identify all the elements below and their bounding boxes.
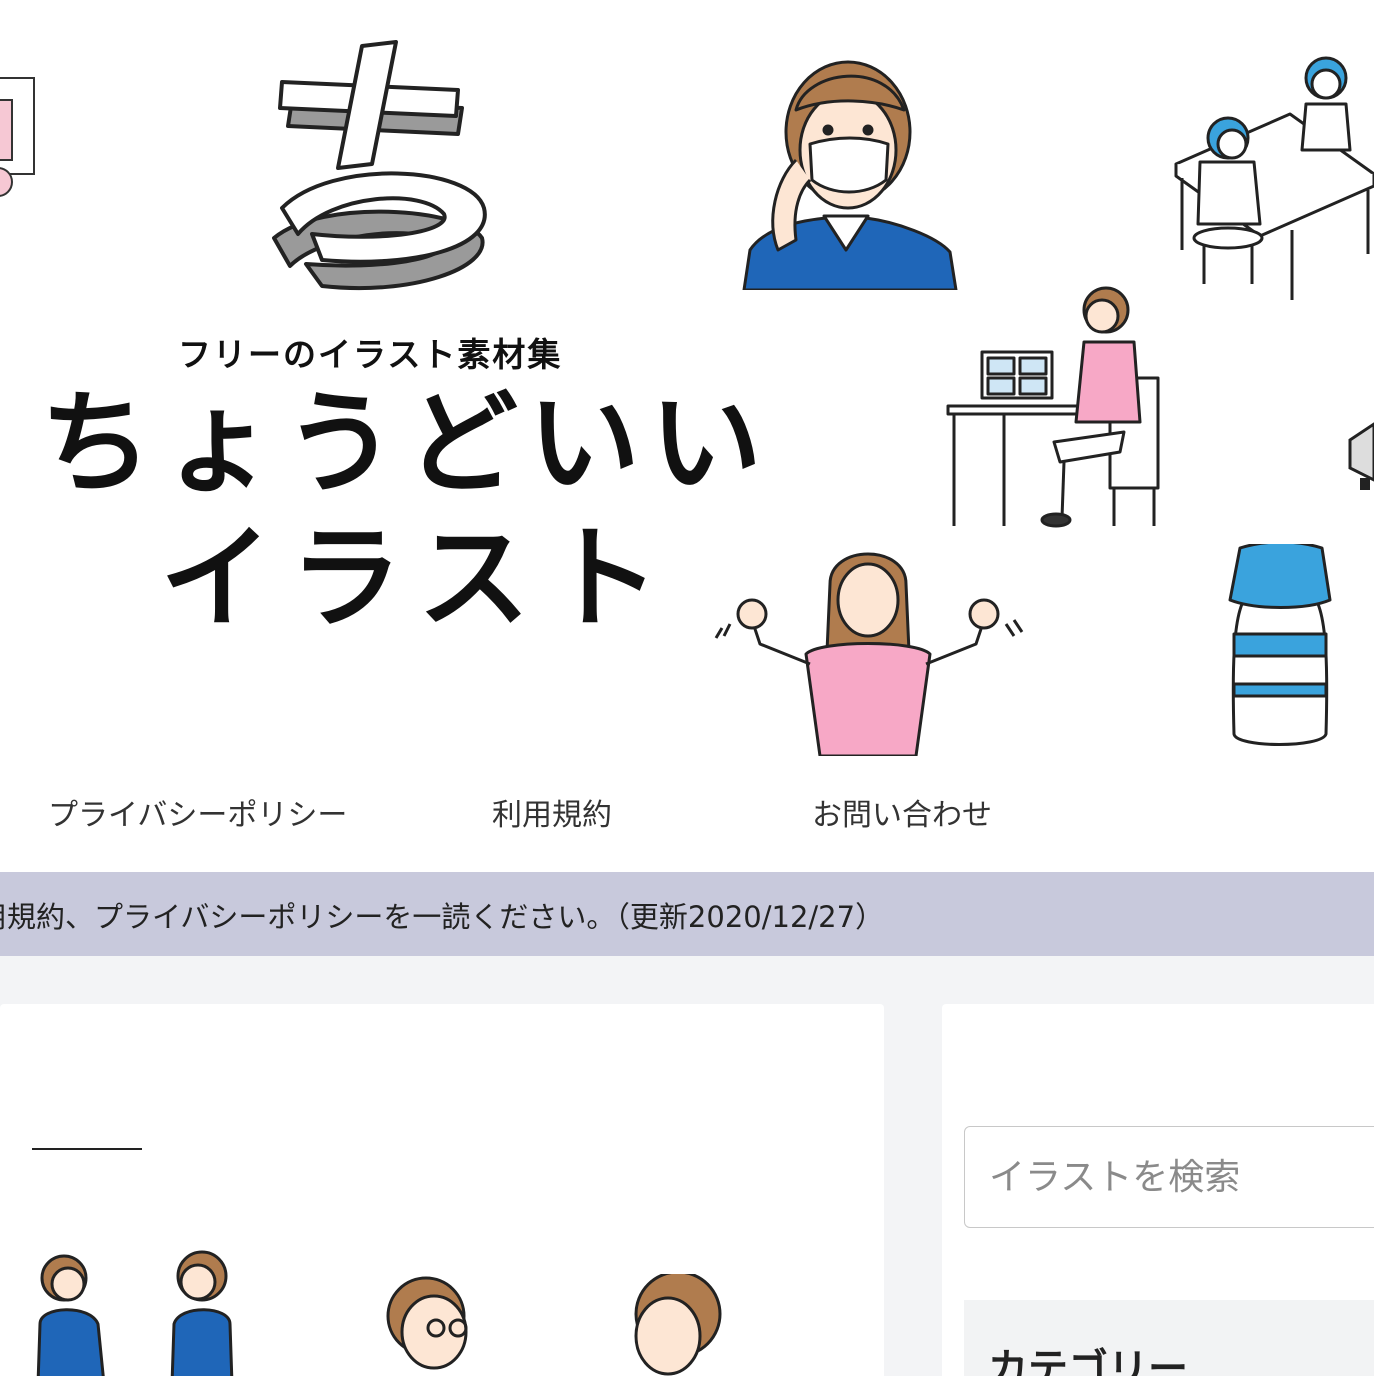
man-glasses-illustration (386, 1276, 468, 1370)
notice-bar: 用規約、プライバシーポリシーを一読ください。（更新2020/12/27） (0, 872, 1374, 956)
nav-item-terms[interactable]: 利用規約 (492, 790, 612, 834)
site-title-line1: ちょうどいい (40, 379, 772, 509)
chi-3d-logo-icon (272, 40, 487, 291)
site-tagline: フリーのイラスト素材集 (178, 335, 563, 374)
main-card (0, 1004, 884, 1376)
handshake-illustration (36, 1250, 234, 1376)
site-logo[interactable]: フリーのイラスト素材集 ちょうどいい イラスト (0, 0, 762, 700)
global-nav: プライバシーポリシー 利用規約 お問い合わせ (0, 760, 1374, 872)
nav-item-privacy-policy[interactable]: プライバシーポリシー (48, 790, 347, 834)
milk-bottle-illustration (1228, 544, 1332, 746)
sidebar: カテゴリー (942, 1004, 1374, 1376)
site-title-line2: イラスト (160, 514, 678, 644)
search-input[interactable] (964, 1126, 1374, 1228)
young-man-illustration (634, 1274, 722, 1376)
people-at-table-illustration (1174, 56, 1374, 300)
cheering-woman-illustration (714, 552, 1024, 756)
partial-object-right (1348, 422, 1374, 490)
nav-item-contact[interactable]: お問い合わせ (812, 790, 992, 834)
category-widget: カテゴリー (964, 1300, 1374, 1376)
heading-underline (32, 1148, 142, 1150)
woman-mask-suit-illustration (742, 60, 958, 290)
site-header: フリーのイラスト素材集 ちょうどいい イラスト (0, 0, 1374, 760)
woman-laptop-illustration (946, 286, 1160, 528)
content-area: カテゴリー (0, 956, 1374, 1376)
notice-text: 用規約、プライバシーポリシーを一読ください。（更新2020/12/27） (0, 900, 885, 934)
category-title: カテゴリー (988, 1346, 1188, 1376)
